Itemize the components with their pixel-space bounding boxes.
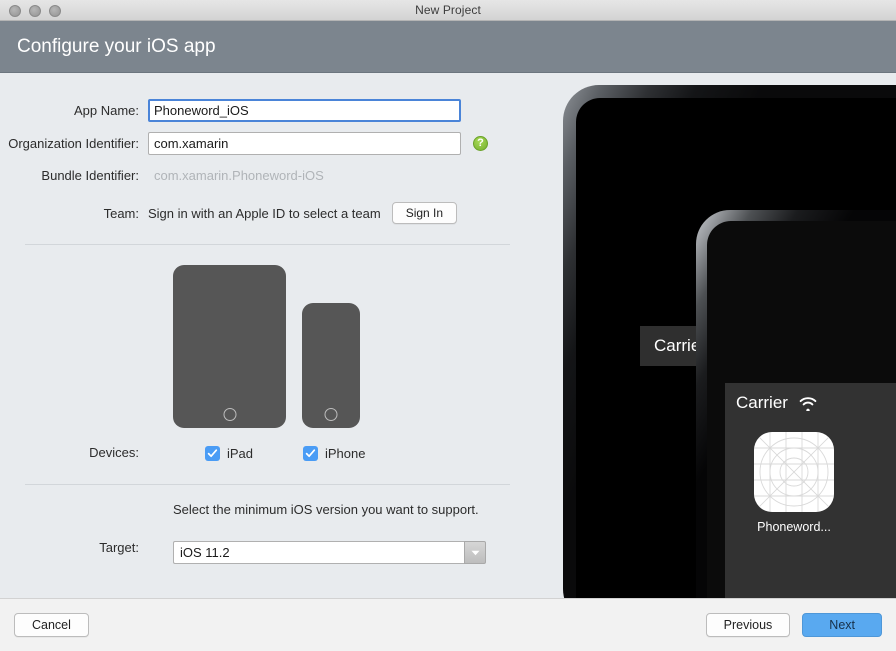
ipad-illustration: [173, 265, 286, 428]
app-icon-container[interactable]: Phoneword...: [754, 432, 834, 534]
target-label: Target:: [0, 540, 148, 555]
iphone-checkbox[interactable]: [303, 446, 318, 461]
iphone-status-bar: Carrier: [725, 383, 896, 413]
device-preview-panel: Carrie Carrier: [563, 73, 896, 598]
app-icon-label: Phoneword...: [754, 520, 834, 534]
default-app-icon[interactable]: [754, 432, 834, 512]
device-option-ipad[interactable]: iPad: [205, 446, 253, 461]
help-icon[interactable]: ?: [473, 136, 488, 151]
wifi-icon: [798, 396, 818, 411]
devices-label-row: Devices:: [0, 445, 148, 460]
target-select-arrow[interactable]: [464, 541, 486, 564]
divider-top: [25, 244, 510, 245]
iphone-checkbox-label: iPhone: [325, 446, 365, 461]
page-title: Configure your iOS app: [0, 36, 216, 58]
footer-actions: Previous Next: [706, 613, 882, 637]
previous-button[interactable]: Previous: [706, 613, 791, 637]
new-project-dialog: New Project Configure your iOS app App N…: [0, 0, 896, 651]
checkmark-icon: [305, 448, 316, 459]
configuration-form: App Name: Phoneword_iOS Organization Ide…: [0, 73, 563, 598]
dialog-body: App Name: Phoneword_iOS Organization Ide…: [0, 73, 896, 598]
team-description: Sign in with an Apple ID to select a tea…: [148, 206, 381, 221]
bundle-identifier-value: com.xamarin.Phoneword-iOS: [148, 168, 324, 183]
bundle-identifier-label: Bundle Identifier:: [0, 168, 148, 183]
team-row: Team: Sign in with an Apple ID to select…: [0, 202, 457, 224]
bundle-identifier-row: Bundle Identifier: com.xamarin.Phoneword…: [0, 168, 324, 183]
iphone-springboard: Carrier: [725, 383, 896, 598]
ipad-home-button-icon: [223, 408, 236, 421]
title-bar: New Project: [0, 0, 896, 21]
window-controls: [9, 5, 61, 17]
divider-bottom: [25, 484, 510, 485]
team-label: Team:: [0, 206, 148, 221]
zoom-button[interactable]: [49, 5, 61, 17]
target-label-row: Target:: [0, 540, 148, 555]
checkmark-icon: [207, 448, 218, 459]
organization-identifier-label: Organization Identifier:: [0, 136, 148, 151]
devices-label: Devices:: [0, 445, 148, 460]
device-option-iphone[interactable]: iPhone: [303, 446, 365, 461]
wizard-header: Configure your iOS app: [0, 21, 896, 73]
next-button[interactable]: Next: [802, 613, 882, 637]
organization-identifier-row: Organization Identifier: com.xamarin ?: [0, 132, 488, 155]
target-select-value[interactable]: iOS 11.2: [173, 541, 464, 564]
cancel-button[interactable]: Cancel: [14, 613, 89, 637]
app-name-row: App Name: Phoneword_iOS: [0, 99, 461, 122]
sign-in-button[interactable]: Sign In: [392, 202, 457, 224]
chevron-down-icon: [471, 550, 480, 556]
ipad-carrier-label: Carrie: [654, 336, 700, 356]
target-hint: Select the minimum iOS version you want …: [173, 501, 503, 518]
dialog-footer: Cancel Previous Next: [0, 598, 896, 651]
target-select[interactable]: iOS 11.2: [173, 541, 486, 564]
iphone-carrier-label: Carrier: [736, 393, 788, 413]
ipad-checkbox-label: iPad: [227, 446, 253, 461]
app-name-input[interactable]: Phoneword_iOS: [148, 99, 461, 122]
iphone-device-mockup: Carrier: [696, 210, 896, 598]
iphone-illustration: [302, 303, 360, 428]
minimize-button[interactable]: [29, 5, 41, 17]
iphone-screen: Carrier: [707, 221, 896, 598]
app-name-label: App Name:: [0, 103, 148, 118]
ipad-checkbox[interactable]: [205, 446, 220, 461]
window-title: New Project: [0, 3, 896, 17]
close-button[interactable]: [9, 5, 21, 17]
app-icon-grid-artwork: [754, 432, 834, 512]
organization-identifier-input[interactable]: com.xamarin: [148, 132, 461, 155]
iphone-home-button-icon: [325, 408, 338, 421]
